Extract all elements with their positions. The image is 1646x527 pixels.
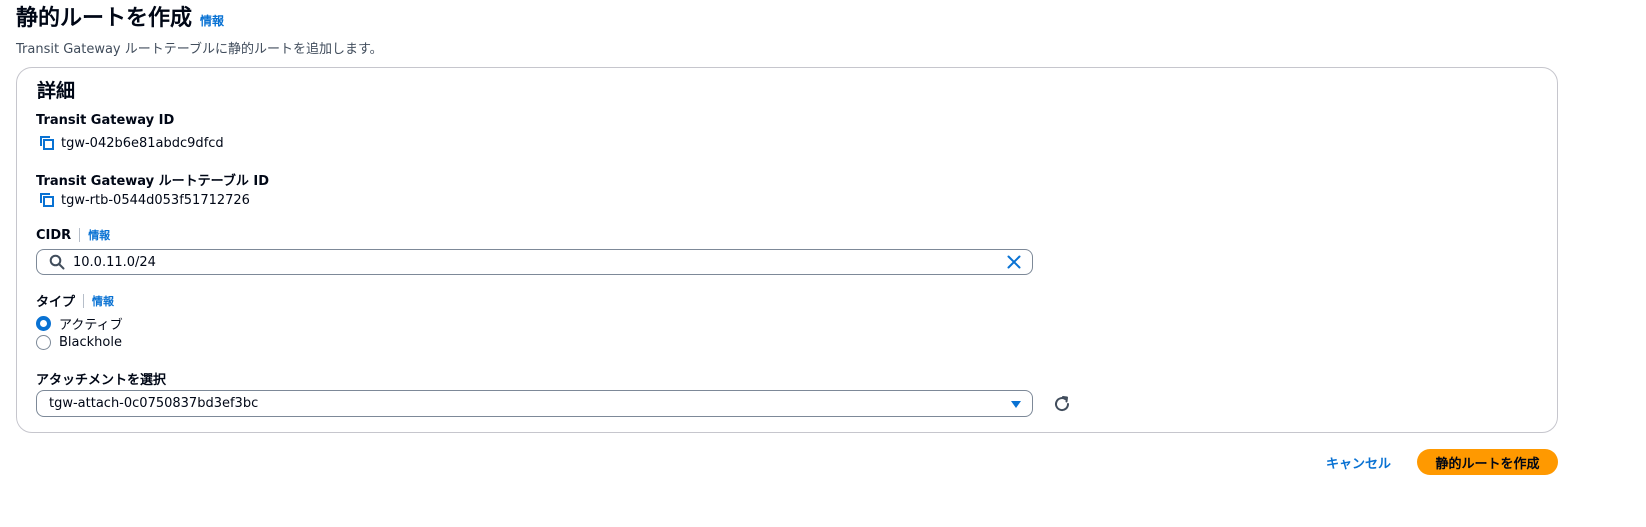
page-header: 静的ルートを作成 情報 Transit Gateway ルートテーブルに静的ルー…	[16, 4, 383, 57]
tgw-id-value: tgw-042b6e81abdc9dfcd	[61, 135, 224, 151]
type-label-text: タイプ	[36, 295, 76, 310]
copy-icon[interactable]	[39, 135, 55, 151]
type-info-link[interactable]: 情報	[92, 293, 114, 309]
cidr-label-text: CIDR	[36, 227, 72, 243]
rtb-id-value-row: tgw-rtb-0544d053f51712726	[39, 192, 250, 208]
radio-active[interactable]: アクティブ	[36, 314, 123, 333]
radio-button[interactable]	[36, 335, 51, 350]
rtb-id-value: tgw-rtb-0544d053f51712726	[61, 192, 250, 208]
cidr-input-box	[36, 249, 1033, 275]
label-divider	[83, 293, 85, 308]
cidr-info-link[interactable]: 情報	[88, 227, 110, 243]
rtb-id-label-text: Transit Gateway ルートテーブル ID	[36, 174, 270, 189]
rtb-id-label: Transit Gateway ルートテーブル ID	[36, 170, 269, 189]
refresh-button[interactable]	[1051, 393, 1073, 415]
type-label: タイプ 情報	[36, 291, 114, 310]
attachment-selected-value: tgw-attach-0c0750837bd3ef3bc	[49, 396, 259, 411]
page: 静的ルートを作成 情報 Transit Gateway ルートテーブルに静的ルー…	[0, 0, 1646, 527]
page-info-link[interactable]: 情報	[200, 12, 224, 29]
cancel-button[interactable]: キャンセル	[1314, 449, 1403, 475]
tgw-id-label: Transit Gateway ID	[36, 113, 174, 128]
cidr-input[interactable]	[73, 254, 1006, 270]
close-icon[interactable]	[1006, 254, 1022, 270]
details-title: 詳細	[37, 80, 76, 102]
create-static-route-button[interactable]: 静的ルートを作成	[1417, 449, 1558, 475]
attachment-label-text: アタッチメントを選択	[36, 373, 167, 388]
caret-down-icon	[1011, 400, 1021, 408]
radio-blackhole-label: Blackhole	[59, 335, 122, 350]
refresh-icon	[1055, 396, 1070, 412]
search-icon	[49, 254, 65, 270]
title-row: 静的ルートを作成 情報	[16, 4, 383, 34]
tgw-id-label-text: Transit Gateway ID	[36, 113, 175, 128]
details-container: 詳細 Transit Gateway ID tgw-042b6e81abdc9d…	[16, 67, 1558, 433]
radio-blackhole[interactable]: Blackhole	[36, 335, 122, 350]
tgw-id-value-row: tgw-042b6e81abdc9dfcd	[39, 135, 224, 151]
radio-button-checked[interactable]	[36, 316, 51, 331]
radio-active-label: アクティブ	[59, 318, 123, 333]
copy-icon[interactable]	[39, 192, 55, 208]
page-title: 静的ルートを作成	[16, 6, 193, 31]
attachment-label: アタッチメントを選択	[36, 369, 166, 388]
page-description: Transit Gateway ルートテーブルに静的ルートを追加します。	[16, 42, 383, 57]
attachment-select[interactable]: tgw-attach-0c0750837bd3ef3bc	[36, 390, 1033, 417]
label-divider	[79, 228, 81, 242]
cidr-label: CIDR 情報	[36, 227, 110, 243]
